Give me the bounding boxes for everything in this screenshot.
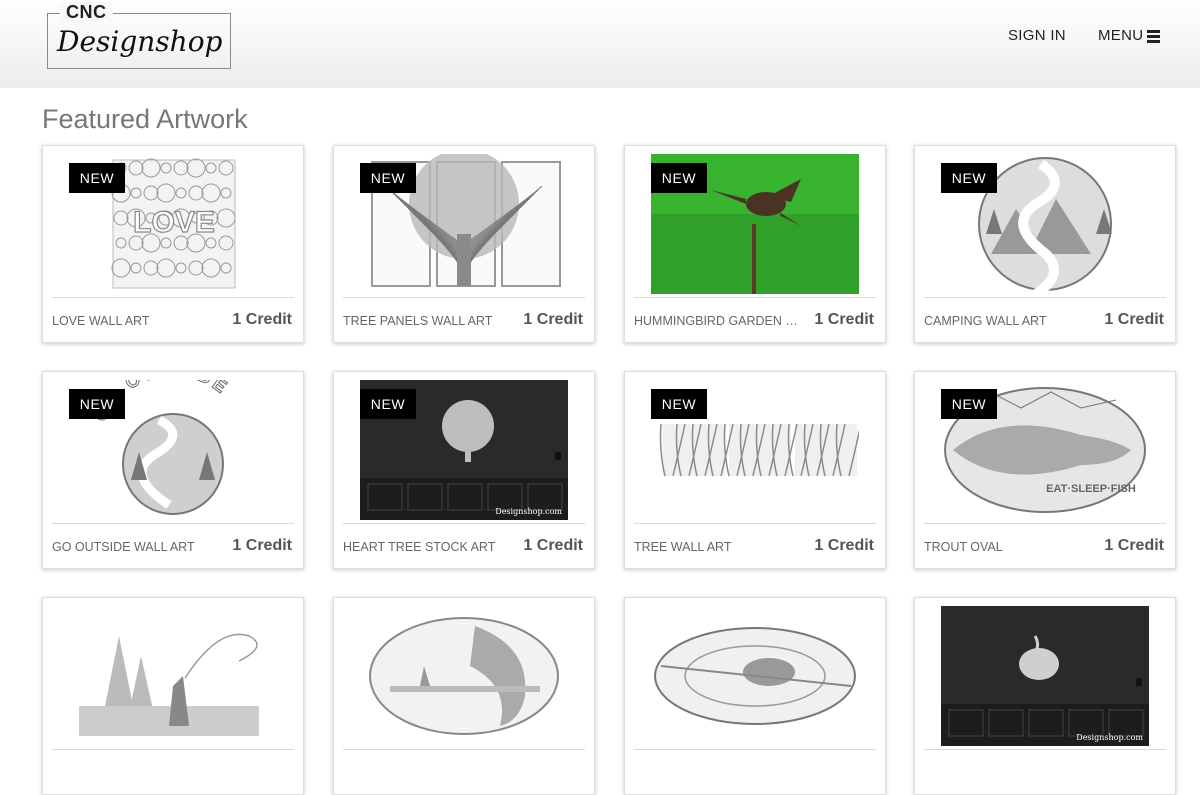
card-divider xyxy=(343,749,585,750)
fly-fisher-icon xyxy=(69,606,277,746)
thumbnail-watermark: Designshop.com xyxy=(1076,733,1143,742)
new-badge: NEW xyxy=(360,163,416,193)
site-header: CNC Designshop SIGN IN MENU xyxy=(0,0,1200,88)
site-logo[interactable]: CNC Designshop xyxy=(47,2,231,69)
product-card[interactable] xyxy=(333,597,595,795)
menu-label: MENU xyxy=(1098,27,1144,44)
new-badge: NEW xyxy=(651,163,707,193)
card-divider xyxy=(52,749,294,750)
product-card[interactable] xyxy=(624,597,886,795)
product-card[interactable]: NEW CAMPING WALL ART 1 Credit xyxy=(914,145,1176,343)
product-price: 1 Credit xyxy=(1104,311,1164,328)
bass-oval-icon xyxy=(360,606,568,746)
product-price: 1 Credit xyxy=(523,311,583,328)
product-price: 1 Credit xyxy=(232,311,292,328)
product-name[interactable]: CAMPING WALL ART xyxy=(924,313,1094,329)
hat-oval-icon xyxy=(651,606,859,746)
logo-cnc-text: CNC xyxy=(60,2,113,22)
new-badge: NEW xyxy=(360,389,416,419)
product-name[interactable]: TREE PANELS WALL ART xyxy=(343,313,513,329)
peacock-icon: Designshop.com xyxy=(941,606,1149,746)
product-card[interactable]: GO OUTSIDE NEWGO OUTSIDE WALL ART1 Credi… xyxy=(42,371,304,569)
product-card[interactable] xyxy=(42,597,304,795)
product-card[interactable]: NEW TREE PANELS WALL ART 1 Credit xyxy=(333,145,595,343)
sign-in-link[interactable]: SIGN IN xyxy=(1008,26,1066,46)
card-divider xyxy=(634,523,876,524)
card-divider xyxy=(924,297,1166,298)
product-name[interactable]: LOVE WALL ART xyxy=(52,313,222,329)
new-badge: NEW xyxy=(941,389,997,419)
card-divider xyxy=(634,297,876,298)
product-card[interactable]: NEW TREE WALL ART 1 Credit xyxy=(624,371,886,569)
menu-button[interactable]: MENU xyxy=(1098,26,1161,46)
product-name[interactable]: HUMMINGBIRD GARDEN STA... xyxy=(634,313,804,329)
new-badge: NEW xyxy=(69,163,125,193)
product-name[interactable]: GO OUTSIDE WALL ART xyxy=(52,539,222,555)
card-divider xyxy=(52,297,294,298)
product-card[interactable]: LOVE NEW LOVE WALL ART 1 Credit xyxy=(42,145,304,343)
card-divider xyxy=(924,749,1166,750)
card-divider xyxy=(634,749,876,750)
product-price: 1 Credit xyxy=(523,537,583,554)
logo-designshop-text: Designshop xyxy=(57,25,223,58)
new-badge: NEW xyxy=(69,389,125,419)
card-divider xyxy=(343,297,585,298)
product-card[interactable]: NEW HUMMINGBIRD GARDEN STA... 1 Credit xyxy=(624,145,886,343)
product-name[interactable]: TROUT OVAL xyxy=(924,539,1094,555)
thumbnail-watermark: Designshop.com xyxy=(495,507,562,516)
new-badge: NEW xyxy=(651,389,707,419)
product-price: 1 Credit xyxy=(232,537,292,554)
svg-text:EAT·SLEEP·FISH: EAT·SLEEP·FISH xyxy=(1046,483,1136,495)
card-divider xyxy=(343,523,585,524)
product-price: 1 Credit xyxy=(814,311,874,328)
card-divider xyxy=(52,523,294,524)
hamburger-icon xyxy=(1147,30,1161,43)
new-badge: NEW xyxy=(941,163,997,193)
product-card[interactable]: Designshop.com xyxy=(914,597,1176,795)
svg-text:LOVE: LOVE xyxy=(133,206,215,239)
product-price: 1 Credit xyxy=(814,537,874,554)
product-name[interactable]: TREE WALL ART xyxy=(634,539,804,555)
section-title: Featured Artwork xyxy=(42,104,248,134)
card-divider xyxy=(924,523,1166,524)
product-price: 1 Credit xyxy=(1104,537,1164,554)
product-card[interactable]: EAT·SLEEP·FISH NEW TROUT OVAL 1 Credit xyxy=(914,371,1176,569)
product-card[interactable]: Designshop.com NEW HEART TREE STOCK ART 1 C… xyxy=(333,371,595,569)
product-name[interactable]: HEART TREE STOCK ART xyxy=(343,539,513,555)
